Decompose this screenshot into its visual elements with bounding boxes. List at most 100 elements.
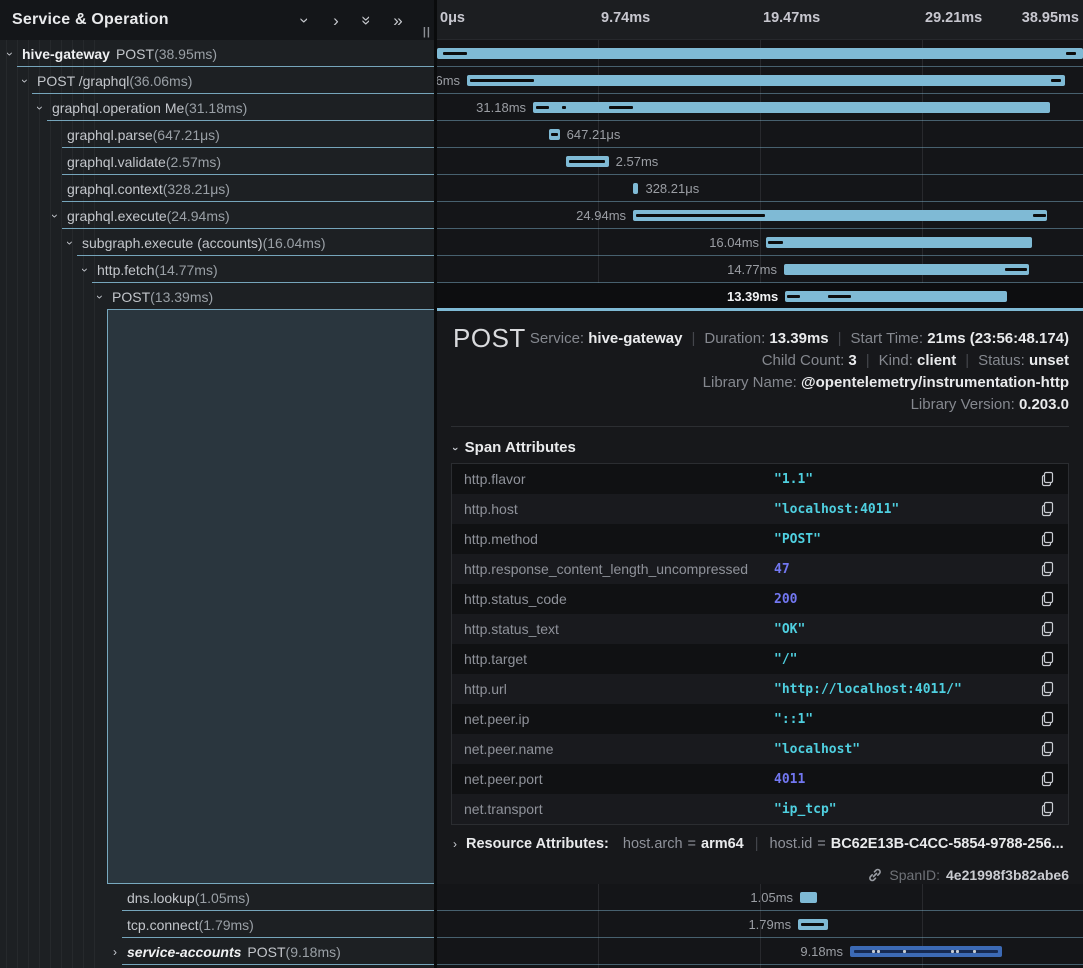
attribute-value: "localhost:4011" — [774, 502, 1038, 517]
span-id-label: SpanID: — [889, 867, 940, 883]
chevron-down-icon[interactable]: › — [93, 295, 107, 299]
span-row-post-graphql[interactable]: ›POST /graphql (36.06ms) — [0, 67, 434, 94]
timeline-row[interactable]: 2.57ms — [437, 148, 1083, 175]
span-attributes-toggle[interactable]: ›Span Attributes — [453, 439, 576, 456]
attribute-value: "localhost" — [774, 742, 1038, 757]
timeline-row[interactable]: 9.18ms — [437, 938, 1083, 965]
attribute-key: http.status_code — [464, 591, 774, 607]
ruler-tick-label: 29.21ms — [925, 10, 982, 26]
timeline-row[interactable]: 31.18ms — [437, 94, 1083, 121]
operation-name: graphql.operation Me — [52, 100, 184, 116]
copy-icon[interactable] — [1038, 530, 1056, 548]
link-icon[interactable] — [867, 867, 883, 883]
meta-value: client — [917, 352, 956, 369]
timeline-row[interactable]: 36.06ms — [437, 67, 1083, 94]
span-bar[interactable] — [784, 264, 1029, 275]
chevron-down-icon[interactable]: › — [63, 241, 77, 245]
chevron-down-icon[interactable]: › — [78, 268, 92, 272]
span-row-http-fetch[interactable]: ›http.fetch (14.77ms) — [0, 256, 434, 283]
timeline-row[interactable]: 16.04ms — [437, 229, 1083, 256]
span-row-graphql-operation-me[interactable]: ›graphql.operation Me (31.18ms) — [0, 94, 434, 121]
ruler-tick-label: 9.74ms — [601, 10, 650, 26]
copy-icon[interactable] — [1038, 650, 1056, 668]
copy-icon[interactable] — [1038, 740, 1056, 758]
timeline-row[interactable]: 647.21μs — [437, 121, 1083, 148]
chevron-down-icon[interactable]: › — [33, 106, 47, 110]
resource-attributes-toggle[interactable]: ›Resource Attributes:host.arch=arm64|hos… — [453, 836, 1069, 852]
timeline-row[interactable]: 328.21μs — [437, 175, 1083, 202]
panel-resize-handle[interactable]: || — [423, 26, 431, 38]
span-duration: (13.39ms) — [150, 289, 213, 305]
timeline-row[interactable]: 13.39ms — [437, 283, 1083, 310]
span-row-dns-lookup[interactable]: dns.lookup (1.05ms) — [0, 884, 434, 911]
timeline-ruler: 0μs9.74ms19.47ms29.21ms38.95ms — [437, 0, 1083, 40]
copy-icon[interactable] — [1038, 590, 1056, 608]
attribute-value: "POST" — [774, 532, 1038, 547]
copy-icon[interactable] — [1038, 710, 1056, 728]
attribute-key: http.flavor — [464, 471, 774, 487]
event-dot — [872, 950, 875, 953]
span-bar[interactable] — [467, 75, 1065, 86]
bar-duration-label: 9.18ms — [800, 944, 843, 959]
attribute-row-net-peer-port: net.peer.port4011 — [452, 764, 1068, 794]
chevron-down-icon: › — [449, 447, 461, 451]
row-separator — [437, 964, 1083, 965]
timeline-row[interactable]: 1.79ms — [437, 911, 1083, 938]
span-row-tcp-connect[interactable]: tcp.connect (1.79ms) — [0, 911, 434, 938]
copy-icon[interactable] — [1038, 800, 1056, 818]
copy-icon[interactable] — [1038, 560, 1056, 578]
chevron-down-icon[interactable]: › — [48, 214, 62, 218]
panel-divider[interactable] — [434, 0, 437, 968]
resource-equals: = — [817, 836, 825, 852]
meta-separator: | — [866, 352, 870, 369]
meta-value: unset — [1029, 352, 1069, 369]
timeline-row[interactable] — [437, 40, 1083, 67]
expand-all-icon[interactable]: » — [390, 12, 406, 29]
span-duration: (1.79ms) — [199, 917, 254, 933]
chevron-down-icon[interactable]: › — [3, 52, 17, 56]
span-bar[interactable] — [633, 183, 638, 194]
span-row-graphql-validate[interactable]: graphql.validate (2.57ms) — [0, 148, 434, 175]
child-span-mark — [443, 52, 467, 55]
timeline-row[interactable]: 24.94ms — [437, 202, 1083, 229]
copy-icon[interactable] — [1038, 500, 1056, 518]
timeline-row[interactable]: 1.05ms — [437, 884, 1083, 911]
span-bar[interactable] — [800, 892, 817, 903]
child-span-mark — [801, 923, 824, 926]
span-row-post[interactable]: ›POST (13.39ms) — [0, 283, 434, 310]
operation-name: subgraph.execute (accounts) — [82, 235, 263, 251]
collapse-one-level-icon[interactable]: › — [297, 12, 314, 28]
collapse-all-icon[interactable]: » — [359, 12, 376, 28]
span-id-row: SpanID: 4e21998f3b82abe6 — [867, 867, 1069, 883]
span-bar[interactable] — [437, 48, 1083, 59]
span-duration: (1.05ms) — [195, 890, 250, 906]
attribute-row-http-target: http.target"/" — [452, 644, 1068, 674]
copy-icon[interactable] — [1038, 680, 1056, 698]
copy-icon[interactable] — [1038, 620, 1056, 638]
attribute-key: net.peer.port — [464, 771, 774, 787]
span-row-subgraph-execute-accounts[interactable]: ›subgraph.execute (accounts) (16.04ms) — [0, 229, 434, 256]
timeline-row[interactable]: 14.77ms — [437, 256, 1083, 283]
expand-one-level-icon[interactable]: › — [328, 12, 344, 29]
span-bar[interactable] — [766, 237, 1032, 248]
attribute-value: "1.1" — [774, 472, 1038, 487]
operation-name: POST — [116, 46, 154, 62]
copy-icon[interactable] — [1038, 770, 1056, 788]
span-row-graphql-context[interactable]: graphql.context (328.21μs) — [0, 175, 434, 202]
resource-equals: = — [688, 836, 696, 852]
chevron-right-icon: › — [453, 837, 457, 851]
span-bar[interactable] — [785, 291, 1007, 302]
span-row-service-accounts-post[interactable]: ›service-accountsPOST (9.18ms) — [0, 938, 434, 965]
attribute-key: http.status_text — [464, 621, 774, 637]
chevron-right-icon[interactable]: › — [113, 945, 117, 959]
bar-duration-label: 24.94ms — [576, 208, 626, 223]
span-row-hive-gateway-post[interactable]: ›hive-gatewayPOST (38.95ms) — [0, 40, 434, 67]
bar-duration-label: 328.21μs — [645, 181, 699, 196]
meta-label: Service: — [530, 330, 588, 347]
chevron-down-icon[interactable]: › — [18, 79, 32, 83]
span-row-graphql-execute[interactable]: ›graphql.execute (24.94ms) — [0, 202, 434, 229]
span-row-graphql-parse[interactable]: graphql.parse (647.21μs) — [0, 121, 434, 148]
copy-icon[interactable] — [1038, 470, 1056, 488]
event-dot — [903, 950, 906, 953]
span-duration: (38.95ms) — [154, 46, 217, 62]
